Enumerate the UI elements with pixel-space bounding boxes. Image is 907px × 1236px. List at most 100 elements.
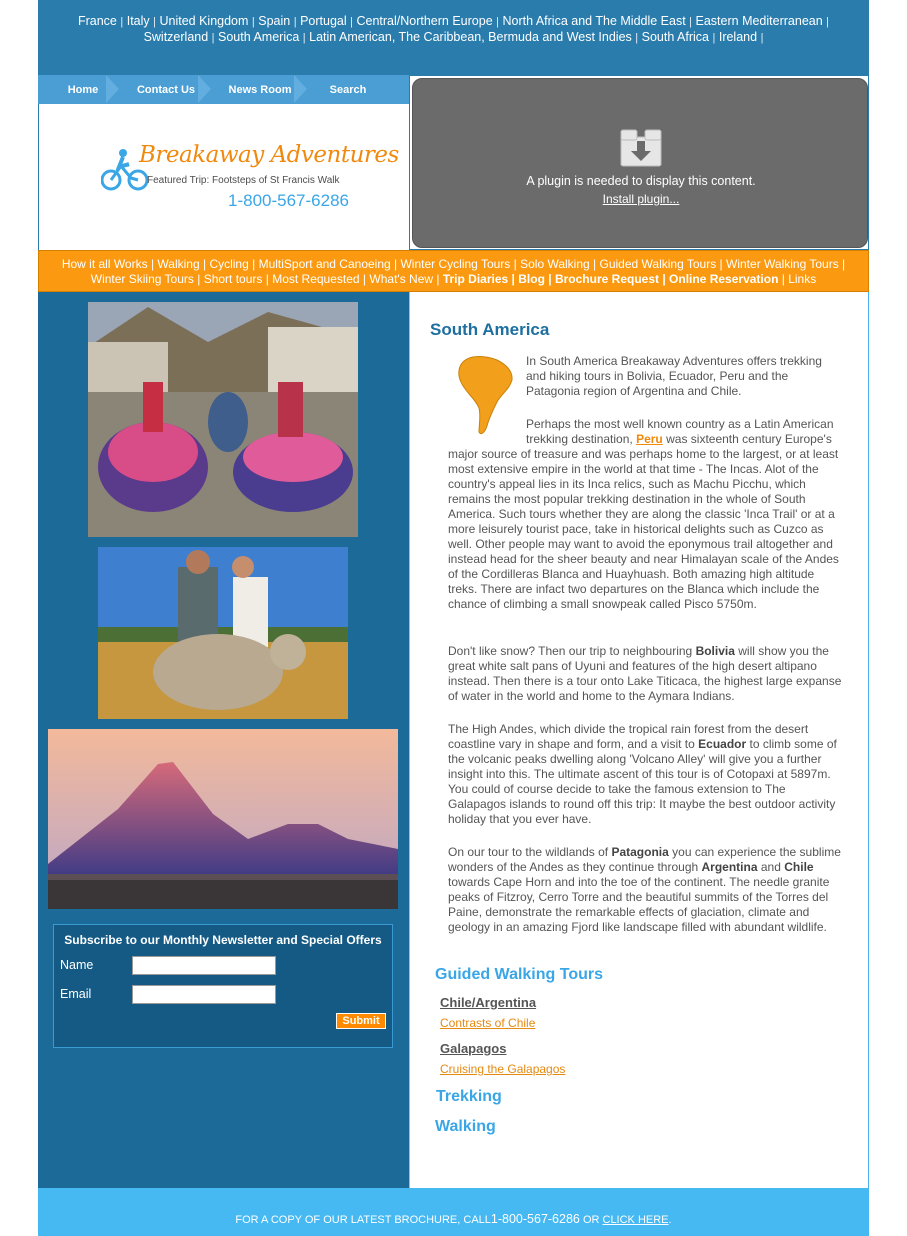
patagonia-paragraph: On our tour to the wildlands of Patagoni… [448, 845, 844, 935]
cat-solo-walking[interactable]: Solo Walking [520, 257, 590, 271]
nav-link-france[interactable]: France [78, 14, 117, 28]
name-label: Name [60, 958, 94, 972]
bolivia-paragraph: Don't like snow? Then our trip to neighb… [448, 644, 844, 704]
patagonia-and: and [760, 860, 781, 874]
plugin-download-icon [620, 129, 662, 167]
guided-walking-heading[interactable]: Guided Walking Tours [435, 966, 603, 984]
category-nav: How it all Works | Walking | Cycling | M… [38, 250, 869, 292]
cat-multisport[interactable]: MultiSport and Canoeing [259, 257, 391, 271]
cat-online-reservation[interactable]: Online Reservation [669, 272, 778, 286]
cat-brochure-request[interactable]: Brochure Request [555, 272, 659, 286]
footer: FOR A COPY OF OUR LATEST BROCHURE, CALL1… [38, 1188, 869, 1236]
install-plugin-link[interactable]: Install plugin... [413, 192, 869, 206]
brand-name: Breakaway Adventures [139, 142, 399, 168]
ecuador-paragraph: The High Andes, which divide the tropica… [448, 722, 844, 827]
cat-winter-cycling[interactable]: Winter Cycling Tours [400, 257, 510, 271]
patagonia-lead: On our tour to the wildlands of [448, 845, 609, 859]
cat-most-requested[interactable]: Most Requested [272, 272, 359, 286]
nav-link-south-america[interactable]: South America [218, 30, 299, 44]
intro-paragraph: In South America Breakaway Adventures of… [526, 354, 822, 398]
email-label: Email [60, 987, 92, 1001]
page: France | Italy | United Kingdom | Spain … [38, 0, 869, 1236]
nav-separator: | [302, 32, 306, 44]
nav-separator: | [120, 16, 124, 28]
nav-separator: | [153, 16, 156, 28]
featured-trip: Featured Trip: Footsteps of St Francis W… [147, 175, 340, 186]
cat-how-it-works[interactable]: How it all Works [62, 257, 148, 271]
cat-winter-walking[interactable]: Winter Walking Tours [726, 257, 839, 271]
cat-cycling[interactable]: Cycling [209, 257, 248, 271]
nav-separator: | [211, 32, 215, 44]
plugin-box: A plugin is needed to display this conte… [412, 78, 868, 248]
nav-separator: | [496, 16, 499, 28]
logo-area[interactable]: Breakaway Adventures Featured Trip: Foot… [38, 104, 409, 250]
nav-separator: | [712, 32, 716, 44]
footer-click-here-link[interactable]: CLICK HERE [603, 1214, 669, 1226]
contrasts-of-chile-link[interactable]: Contrasts of Chile [440, 1016, 535, 1030]
cat-winter-skiing[interactable]: Winter Skiing Tours [91, 272, 194, 286]
nav-link-ireland[interactable]: Ireland [719, 30, 757, 44]
page-title: South America [430, 320, 550, 339]
peru-text: was sixteenth century Europe's major sou… [448, 432, 839, 611]
argentina-bold: Argentina [701, 860, 758, 874]
main-content: South America In South America Breakaway… [409, 292, 869, 1188]
nav-link-eastern-med[interactable]: Eastern Mediterranean [696, 14, 823, 28]
nav-separator: | [293, 16, 297, 28]
main-tabs: Home Contact Us News Room Search [38, 75, 409, 104]
cat-whats-new[interactable]: What's New [369, 272, 433, 286]
dancers-photo [88, 302, 358, 537]
nav-link-italy[interactable]: Italy [127, 14, 150, 28]
walking-heading[interactable]: Walking [435, 1118, 496, 1136]
nav-link-south-africa[interactable]: South Africa [642, 30, 709, 44]
tab-divider-icon [294, 75, 307, 103]
nav-separator: | [760, 32, 764, 44]
footer-lead: FOR A COPY OF OUR LATEST BROCHURE, CALL [235, 1214, 491, 1226]
email-input[interactable] [132, 985, 276, 1004]
cat-walking[interactable]: Walking [157, 257, 199, 271]
newsletter-title: Subscribe to our Monthly Newsletter and … [64, 933, 382, 947]
footer-or: OR [582, 1214, 600, 1226]
cat-links[interactable]: Links [788, 272, 816, 286]
left-sidebar: Subscribe to our Monthly Newsletter and … [38, 292, 409, 1188]
cat-trip-diaries[interactable]: Trip Diaries [443, 272, 508, 286]
galapagos-heading[interactable]: Galapagos [440, 1041, 506, 1056]
bolivia-bold: Bolivia [695, 644, 735, 658]
footer-phone: 1-800-567-6286 [490, 1212, 580, 1226]
tab-divider-icon [198, 75, 211, 103]
sheep-photo [98, 547, 348, 719]
cat-guided-walking[interactable]: Guided Walking Tours [599, 257, 716, 271]
submit-button[interactable]: Submit [336, 1013, 386, 1029]
peru-paragraph: Perhaps the most well known country as a… [448, 417, 846, 612]
tab-contact-label: Contact Us [136, 84, 196, 96]
name-input[interactable] [132, 956, 276, 975]
nav-link-portugal[interactable]: Portugal [300, 14, 347, 28]
tab-search[interactable]: Search [294, 75, 388, 104]
plugin-placeholder: A plugin is needed to display this conte… [409, 75, 869, 250]
patagonia-text-2: towards Cape Horn and into the toe of th… [448, 875, 830, 934]
volcano-photo [48, 729, 398, 909]
tab-search-label: Search [329, 84, 367, 96]
nav-link-north-africa[interactable]: North Africa and The Middle East [502, 14, 685, 28]
trekking-heading[interactable]: Trekking [436, 1088, 502, 1106]
nav-separator: | [635, 32, 639, 44]
newsletter-form: Subscribe to our Monthly Newsletter and … [53, 924, 393, 1048]
tab-news-label: News Room [228, 84, 292, 96]
tab-home-label: Home [67, 84, 99, 96]
bolivia-lead: Don't like snow? Then our trip to neighb… [448, 644, 693, 658]
peru-link[interactable]: Peru [636, 432, 663, 446]
cruising-galapagos-link[interactable]: Cruising the Galapagos [440, 1062, 565, 1076]
patagonia-bold: Patagonia [611, 845, 669, 859]
chile-argentina-heading[interactable]: Chile/Argentina [440, 995, 536, 1010]
nav-separator: | [826, 16, 830, 28]
nav-link-switzerland[interactable]: Switzerland [144, 30, 209, 44]
header-phone: 1-800-567-6286 [228, 191, 349, 210]
cat-short-tours[interactable]: Short tours [204, 272, 263, 286]
nav-link-central-europe[interactable]: Central/Northern Europe [356, 14, 492, 28]
nav-link-uk[interactable]: United Kingdom [159, 14, 248, 28]
nav-link-spain[interactable]: Spain [258, 14, 290, 28]
nav-separator: | [251, 16, 255, 28]
nav-separator: | [689, 16, 693, 28]
category-row-1: How it all Works | Walking | Cycling | M… [61, 257, 846, 271]
cat-blog[interactable]: Blog [518, 272, 545, 286]
nav-link-latin-america[interactable]: Latin American, The Caribbean, Bermuda a… [309, 30, 632, 44]
